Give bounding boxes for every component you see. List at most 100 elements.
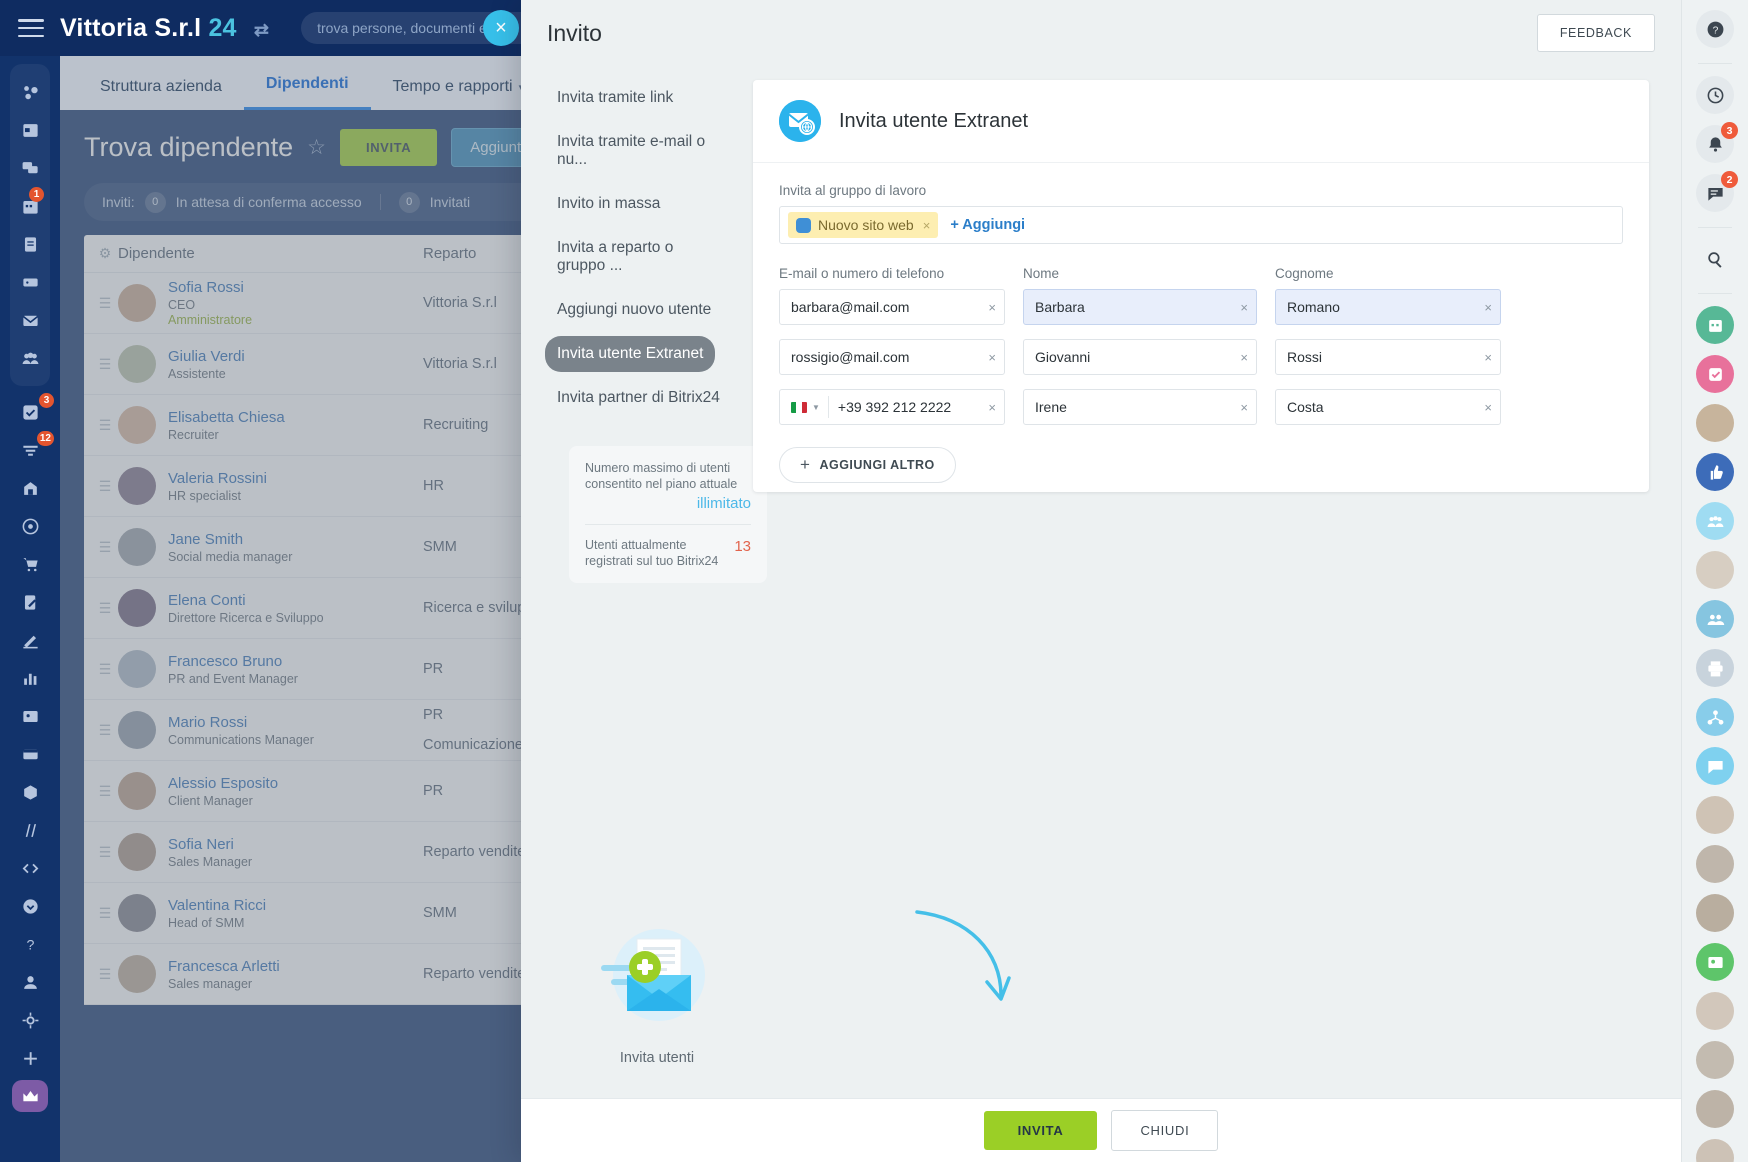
- analytics-icon[interactable]: [0, 662, 60, 694]
- calendar-icon[interactable]: 1: [10, 187, 50, 222]
- history-icon[interactable]: [1696, 76, 1734, 114]
- nav-item-invito-in-massa[interactable]: Invito in massa: [545, 186, 672, 222]
- clear-icon[interactable]: ×: [982, 300, 996, 315]
- clear-icon[interactable]: ×: [1234, 300, 1248, 315]
- settings-gear-icon[interactable]: [0, 1004, 60, 1036]
- workgroup-chip[interactable]: Nuovo sito web ×: [788, 212, 939, 238]
- right-icon-rail: ? 3 2: [1681, 0, 1748, 1162]
- clear-icon[interactable]: ×: [1478, 400, 1492, 415]
- workgroup-chip-remove-icon[interactable]: ×: [923, 218, 931, 233]
- nav-item-invita-tramite-link[interactable]: Invita tramite link: [545, 80, 685, 116]
- workgroup-selector[interactable]: Nuovo sito web × + Aggiungi: [779, 206, 1623, 244]
- nav-item-invita-utente-extranet[interactable]: Invita utente Extranet: [545, 336, 716, 372]
- country-code-selector[interactable]: ▼: [791, 396, 829, 418]
- nav-item-aggiungi-nuovo-utente[interactable]: Aggiungi nuovo utente: [545, 292, 723, 328]
- firstname-value-1: Giovanni: [1035, 349, 1091, 365]
- add-workgroup-link[interactable]: + Aggiungi: [950, 217, 1025, 233]
- svg-text:?: ?: [26, 937, 34, 953]
- mail-icon[interactable]: [10, 304, 50, 336]
- notifications-bell-icon[interactable]: 3: [1696, 122, 1738, 163]
- help-icon[interactable]: ?: [1696, 10, 1734, 48]
- more-down-icon[interactable]: [0, 890, 60, 922]
- lastname-input-1[interactable]: Rossi ×: [1275, 339, 1501, 375]
- group-shortcut-icon[interactable]: [1696, 600, 1734, 638]
- modules-icon[interactable]: [0, 776, 60, 808]
- contacts-shortcut-icon[interactable]: [1696, 943, 1734, 981]
- clear-icon[interactable]: ×: [982, 350, 996, 365]
- search-icon[interactable]: [1696, 240, 1734, 278]
- firstname-input-0[interactable]: Barbara ×: [1023, 289, 1257, 325]
- divider: [585, 523, 751, 525]
- target-icon[interactable]: [0, 510, 60, 542]
- workgroup-chip-icon: [796, 217, 811, 233]
- quota-current-label: Utenti attualmente registrati sul tuo Bi…: [585, 537, 719, 568]
- avatar[interactable]: [1696, 796, 1734, 834]
- lastname-input-2[interactable]: Costa ×: [1275, 389, 1501, 425]
- avatar[interactable]: [1696, 894, 1734, 932]
- chat-messages-icon[interactable]: 2: [1696, 171, 1738, 212]
- developer-icon[interactable]: [0, 852, 60, 884]
- chat-icon[interactable]: [10, 152, 50, 184]
- print-shortcut-icon[interactable]: [1696, 649, 1734, 687]
- quota-max-row: Numero massimo di utenti consentito nel …: [585, 460, 751, 493]
- contact-input-1[interactable]: rossigio@mail.com ×: [779, 339, 1005, 375]
- feed-filter-icon[interactable]: 12: [0, 431, 60, 466]
- lastname-input-0[interactable]: Romano ×: [1275, 289, 1501, 325]
- clear-icon[interactable]: ×: [1478, 300, 1492, 315]
- nav-item-invita-tramite-email[interactable]: Invita tramite e-mail o nu...: [545, 124, 733, 178]
- company-icon[interactable]: [0, 472, 60, 504]
- calendar-shortcut-icon[interactable]: [1696, 306, 1734, 344]
- network-shortcut-icon[interactable]: [1696, 698, 1734, 736]
- drive-icon[interactable]: [10, 266, 50, 298]
- like-thumbs-up-icon[interactable]: [1696, 453, 1734, 491]
- help-icon[interactable]: ?: [0, 928, 60, 960]
- tasks-shortcut-icon[interactable]: [1696, 355, 1734, 393]
- group-photo-icon[interactable]: [1696, 502, 1734, 540]
- svg-text:?: ?: [1712, 25, 1718, 36]
- avatar[interactable]: [1696, 1090, 1734, 1128]
- crm-contacts-icon[interactable]: [10, 342, 50, 374]
- add-more-button[interactable]: + AGGIUNGI ALTRO: [779, 447, 956, 483]
- avatar[interactable]: [1696, 1041, 1734, 1079]
- close-panel-button[interactable]: CHIUDI: [1111, 1110, 1219, 1151]
- firstname-input-2[interactable]: Irene ×: [1023, 389, 1257, 425]
- clear-icon[interactable]: ×: [1478, 350, 1492, 365]
- clear-icon[interactable]: ×: [1234, 400, 1248, 415]
- documents-icon[interactable]: [10, 228, 50, 260]
- clear-icon[interactable]: ×: [1234, 350, 1248, 365]
- contact-input-0[interactable]: barbara@mail.com ×: [779, 289, 1005, 325]
- brand-switch-icon[interactable]: ⇄: [254, 20, 269, 40]
- workgroup-chip-label: Nuovo sito web: [818, 217, 914, 233]
- firstname-value-2: Irene: [1035, 399, 1067, 415]
- avatar[interactable]: [1696, 404, 1734, 442]
- contact-input-2[interactable]: ▼ +39 392 212 2222 ×: [779, 389, 1005, 425]
- avatar[interactable]: [1696, 551, 1734, 589]
- chat-shortcut-icon[interactable]: [1696, 747, 1734, 785]
- feedback-button[interactable]: FEEDBACK: [1536, 14, 1655, 52]
- nav-item-invita-a-reparto[interactable]: Invita a reparto o gruppo ...: [545, 230, 733, 284]
- workspace-icon[interactable]: [10, 114, 50, 146]
- firstname-input-1[interactable]: Giovanni ×: [1023, 339, 1257, 375]
- clear-icon[interactable]: ×: [982, 400, 996, 415]
- submit-invite-button[interactable]: INVITA: [983, 1111, 1098, 1150]
- automation-icon[interactable]: [0, 814, 60, 846]
- brand-title: Vittoria S.r.l 24 ⇄: [60, 14, 269, 43]
- slider-body: Invita tramite link Invita tramite e-mai…: [521, 66, 1681, 1098]
- nav-item-invita-partner[interactable]: Invita partner di Bitrix24: [545, 380, 732, 416]
- menu-burger-icon[interactable]: [18, 19, 44, 37]
- avatar[interactable]: [1696, 845, 1734, 883]
- shop-cart-icon[interactable]: [0, 548, 60, 580]
- close-icon[interactable]: ×: [483, 10, 519, 46]
- activity-stream-icon[interactable]: [10, 76, 50, 108]
- avatar[interactable]: [1696, 992, 1734, 1030]
- sign-document-icon[interactable]: [0, 586, 60, 618]
- sites-icon[interactable]: [0, 738, 60, 770]
- crown-active-icon[interactable]: [12, 1080, 48, 1112]
- avatar[interactable]: [1696, 1139, 1734, 1162]
- contact-center-icon[interactable]: [0, 700, 60, 732]
- tasks-icon[interactable]: 3: [0, 393, 60, 428]
- add-icon[interactable]: [0, 1042, 60, 1074]
- marketing-icon[interactable]: [0, 624, 60, 656]
- invite-people-icon[interactable]: [0, 966, 60, 998]
- contact-value-2: +39 392 212 2222: [837, 399, 952, 415]
